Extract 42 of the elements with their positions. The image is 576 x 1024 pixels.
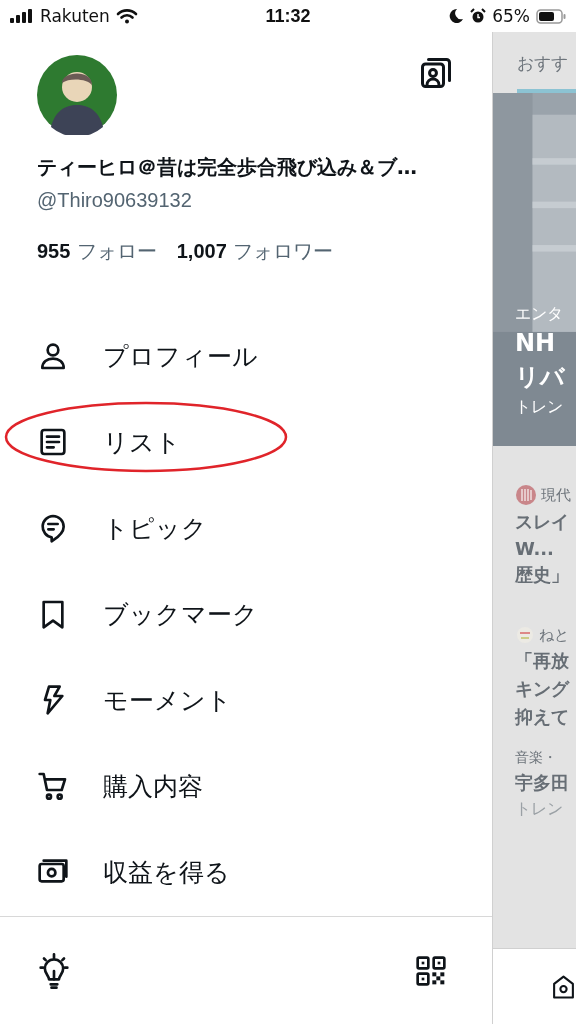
hero-title[interactable]: NH xyxy=(515,329,576,357)
qr-code-icon[interactable] xyxy=(415,954,447,987)
clock-time: 11:32 xyxy=(265,5,311,27)
headline-text[interactable]: キング xyxy=(515,677,576,701)
battery-percent: 65% xyxy=(492,6,530,26)
menu-item[interactable]: モーメント xyxy=(103,683,232,717)
hero-title[interactable]: リバ xyxy=(515,361,576,393)
following-link[interactable]: 955 フォロー xyxy=(37,238,157,265)
profile-name: ティーヒロ＠昔は完全歩合飛び込み＆ブ… xyxy=(36,154,418,181)
source-name: 音楽・ xyxy=(515,749,557,767)
headline-text[interactable]: 宇多田 xyxy=(515,771,576,795)
document-icon xyxy=(37,426,69,458)
source-name: 現代 xyxy=(541,485,571,505)
wifi-icon xyxy=(115,8,138,24)
headline-text[interactable]: 歴史」 xyxy=(515,563,576,587)
headline-text[interactable]: スレイ xyxy=(515,510,576,534)
menu-item[interactable]: トピック xyxy=(103,511,207,545)
menu-item[interactable]: 収益を得る xyxy=(103,855,230,889)
source-name: ねと xyxy=(539,625,569,645)
headline-text[interactable]: W... xyxy=(515,538,576,559)
hero-category: エンタ xyxy=(515,304,564,325)
accounts-icon[interactable] xyxy=(418,55,454,91)
headline-text[interactable]: 抑えて xyxy=(515,705,576,729)
menu-item[interactable]: ブックマーク xyxy=(103,597,258,631)
source-logo-icon xyxy=(515,625,535,645)
menu-item[interactable]: プロフィール xyxy=(103,339,258,373)
menu-item[interactable]: リスト xyxy=(103,425,181,459)
headline-text[interactable]: 「再放 xyxy=(515,649,576,673)
feed-tab[interactable]: おすす xyxy=(493,32,576,75)
source-logo-icon xyxy=(515,484,537,506)
trend-meta: トレン xyxy=(515,799,564,820)
hero-meta: トレン xyxy=(515,397,564,418)
cart-icon xyxy=(37,770,69,802)
followers-link[interactable]: 1,007 フォロワー xyxy=(176,238,334,265)
battery-icon xyxy=(536,8,566,24)
menu-item[interactable]: 購入内容 xyxy=(103,769,203,803)
profile-handle: @Thiro90639132 xyxy=(36,188,193,212)
avatar[interactable] xyxy=(37,55,117,135)
signal-icon xyxy=(10,9,34,23)
alarm-clock-icon xyxy=(470,8,487,24)
carrier-name: Rakuten xyxy=(40,6,110,26)
moon-icon xyxy=(448,8,465,24)
